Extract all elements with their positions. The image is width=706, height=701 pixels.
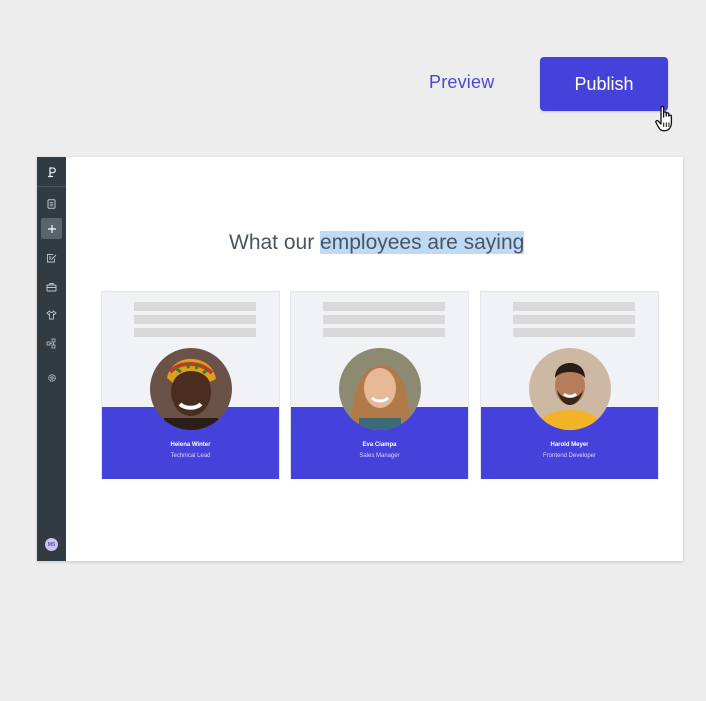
text-placeholder-line [513,302,635,311]
employee-role: Technical Lead [170,453,211,459]
preview-link[interactable]: Preview [429,72,494,93]
employee-name: Harold Meyer [550,442,589,448]
p-logo-icon[interactable] [37,157,66,187]
text-placeholder-line [134,315,256,324]
sidebar-item-add[interactable] [41,218,62,239]
text-placeholder-line [323,328,445,337]
text-placeholder-line [513,328,635,337]
edit-icon [47,253,57,262]
sidebar-item-theme[interactable] [41,304,62,325]
testimonial-card[interactable]: Harold Meyer Frontend Developer [480,291,659,479]
text-placeholder-line [134,302,256,311]
title-plain: What our [229,231,315,254]
sidebar-item-edit[interactable] [41,247,62,268]
employee-role: Frontend Developer [542,453,597,459]
editor-sidebar: MS [37,157,66,561]
plus-icon [47,224,56,233]
sidebar-item-settings[interactable] [41,367,62,388]
sidebar-item-pages[interactable] [41,193,62,214]
user-avatar[interactable]: MS [45,538,58,551]
avatar-photo [529,348,611,430]
shirt-icon [46,309,57,319]
section-title[interactable]: What our employees are saying [229,231,525,255]
title-selected-text[interactable]: employees are saying [320,231,525,254]
gear-icon [47,373,56,382]
hand-cursor-icon [655,105,673,132]
avatar-photo [339,348,421,430]
testimonial-card[interactable]: Helena Winter Technical Lead [101,291,280,479]
page-icon [47,198,56,209]
editor-window: MS What our employees are saying Helena … [37,157,683,561]
text-placeholder-line [323,302,445,311]
sidebar-item-integrations[interactable] [41,333,62,354]
text-placeholder-line [134,328,256,337]
employee-name: Eva Ciampa [362,442,397,448]
publish-button[interactable]: Publish [540,57,668,111]
employee-role: Sales Manager [359,453,400,459]
employee-name: Helena Winter [170,442,211,448]
integrations-icon [46,338,56,349]
avatar-photo [150,348,232,430]
text-placeholder-line [323,315,445,324]
text-placeholder-line [513,315,635,324]
sidebar-item-briefcase[interactable] [41,276,62,297]
briefcase-icon [46,282,57,291]
testimonial-card[interactable]: Eva Ciampa Sales Manager [290,291,469,479]
